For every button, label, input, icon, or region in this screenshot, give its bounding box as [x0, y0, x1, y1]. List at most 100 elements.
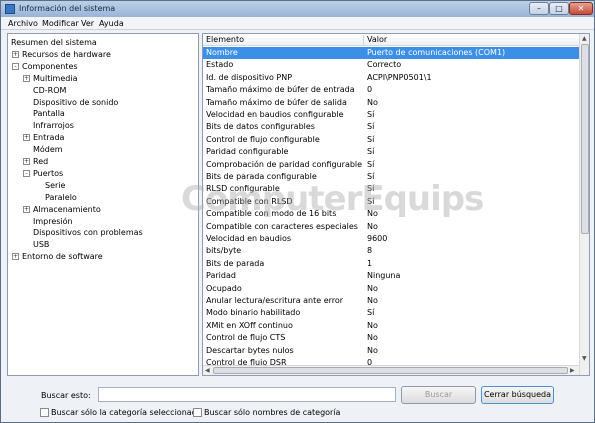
tree-item[interactable]: Componentes	[22, 61, 78, 72]
list-row[interactable]: Tamaño máximo de búfer de salida No	[203, 97, 579, 109]
find-button[interactable]: Buscar	[401, 386, 476, 404]
tree-item[interactable]: Impresión	[33, 216, 73, 227]
row-value: 9600	[367, 234, 388, 243]
list-row[interactable]: Comprobación de paridad configurable Sí	[203, 159, 579, 171]
expand-icon[interactable]: +	[23, 134, 30, 142]
list-row[interactable]: Control de flujo configurable Sí	[203, 134, 579, 146]
row-element: Tamaño máximo de búfer de salida	[206, 97, 347, 107]
row-value: Puerto de comunicaciones (COM1)	[367, 48, 506, 57]
row-value: ACPI\PNP0501\1	[367, 72, 432, 82]
list-row[interactable]: Velocidad en baudios configurable Sí	[203, 109, 579, 121]
list-row[interactable]: Anular lectura/escritura ante error No	[203, 295, 579, 307]
tree-item[interactable]: Recursos de hardware	[22, 49, 111, 60]
horizontal-scroll-thumb[interactable]	[213, 367, 568, 374]
expand-icon[interactable]: +	[23, 158, 30, 165]
tree-item[interactable]: Infrarrojos	[33, 120, 74, 131]
selected-category-checkbox[interactable]	[40, 408, 49, 417]
row-element: Tamaño máximo de búfer de entrada	[206, 85, 355, 95]
row-value: Sí	[367, 308, 375, 318]
scroll-up-icon[interactable]: ▲	[582, 35, 587, 42]
category-tree[interactable]: Resumen del sistema + Recursos de hardware…	[7, 33, 199, 376]
row-element: Descartar bytes nulos	[206, 345, 294, 355]
tree-item[interactable]: Pantalla	[33, 108, 65, 119]
row-value: 1	[367, 258, 373, 268]
row-element: Anular lectura/escritura ante error	[206, 296, 344, 305]
tree-item[interactable]: Red	[33, 156, 48, 167]
row-value: No	[367, 296, 378, 305]
horizontal-scrollbar[interactable]: ◀ ▶	[203, 365, 579, 375]
row-value: 0	[367, 85, 373, 95]
row-value: No	[367, 221, 378, 231]
menu-ayuda[interactable]: Ayuda	[99, 19, 124, 28]
scroll-down-icon[interactable]: ▼	[582, 355, 587, 362]
list-row[interactable]: Nombre Puerto de comunicaciones (COM1)	[203, 47, 579, 60]
list-row[interactable]: Velocidad en baudios 9600	[203, 233, 579, 245]
tree-item[interactable]: Entorno de software	[22, 251, 103, 262]
list-row[interactable]: Paridad Ninguna	[203, 270, 579, 282]
list-row[interactable]: Compatible con caracteres especiales No	[203, 221, 579, 233]
list-row[interactable]: Descartar bytes nulos No	[203, 345, 579, 357]
row-value: No	[367, 97, 378, 107]
column-header-valor[interactable]: Valor	[367, 35, 387, 44]
close-search-button[interactable]: Cerrar búsqueda	[481, 386, 554, 404]
tree-item[interactable]: Módem	[33, 144, 63, 155]
maximize-button[interactable]: □	[549, 2, 569, 15]
row-value: Ninguna	[367, 271, 401, 281]
menu-archivo[interactable]: Archivo	[8, 19, 38, 28]
list-row[interactable]: XMit en XOff continuo No	[203, 320, 579, 332]
expand-icon[interactable]: +	[12, 50, 19, 58]
tree-item[interactable]: USB	[33, 239, 49, 250]
list-row[interactable]: bits/byte 8	[203, 245, 579, 257]
row-element: XMit en XOff continuo	[206, 320, 293, 330]
menu-modificar[interactable]: Modificar	[42, 19, 79, 28]
tree-item[interactable]: CD-ROM	[33, 85, 66, 96]
row-element: Nombre	[206, 48, 238, 57]
column-header-elemento[interactable]: Elemento	[206, 35, 244, 44]
menu-bar: Archivo Modificar Ver Ayuda	[1, 17, 594, 30]
minimize-button[interactable]: –	[529, 2, 549, 15]
row-element: Comprobación de paridad configurable	[206, 159, 363, 169]
list-row[interactable]: Control de flujo CTS No	[203, 332, 579, 344]
column-separator[interactable]	[363, 35, 364, 45]
tree-item[interactable]: Serie	[45, 180, 65, 191]
scroll-right-icon[interactable]: ▶	[570, 367, 575, 374]
vertical-scroll-thumb[interactable]	[581, 44, 589, 234]
list-row[interactable]: Bits de datos configurables Sí	[203, 121, 579, 133]
expand-icon[interactable]: +	[12, 253, 19, 261]
title-bar: Información del sistema – □ ✕	[1, 1, 594, 17]
row-element: Velocidad en baudios	[206, 234, 292, 243]
list-row[interactable]: Tamaño máximo de búfer de entrada 0	[203, 84, 579, 96]
row-element: Ocupado	[206, 283, 242, 293]
tree-item[interactable]: Dispositivos con problemas	[33, 227, 143, 238]
collapse-icon[interactable]: -	[23, 169, 30, 177]
app-icon	[5, 4, 15, 14]
tree-item[interactable]: Almacenamiento	[33, 204, 101, 215]
collapse-icon[interactable]: -	[12, 62, 19, 70]
row-value: Sí	[367, 110, 375, 119]
tree-item[interactable]: Dispositivo de sonido	[33, 97, 118, 108]
list-row[interactable]: Paridad configurable Sí	[203, 146, 579, 158]
expand-icon[interactable]: +	[23, 205, 30, 213]
row-element: Velocidad en baudios configurable	[206, 110, 344, 119]
row-element: Paridad configurable	[206, 147, 289, 157]
list-row[interactable]: Ocupado No	[203, 283, 579, 295]
expand-icon[interactable]: +	[23, 74, 30, 82]
list-row[interactable]: Modo binario habilitado Sí	[203, 307, 579, 319]
scroll-left-icon[interactable]: ◀	[205, 367, 210, 374]
tree-item[interactable]: Entrada	[33, 132, 64, 143]
list-row[interactable]: Bits de parada 1	[203, 258, 579, 270]
list-row[interactable]: Id. de dispositivo PNP ACPI\PNP0501\1	[203, 72, 579, 84]
close-button[interactable]: ✕	[569, 2, 593, 15]
row-value: No	[367, 333, 378, 343]
tree-item[interactable]: Paralelo	[45, 192, 77, 203]
menu-ver[interactable]: Ver	[81, 19, 94, 28]
tree-item[interactable]: Multimedia	[33, 73, 77, 84]
tree-item[interactable]: Puertos	[33, 168, 63, 179]
vertical-scrollbar[interactable]: ▲ ▼	[579, 34, 589, 375]
watermark: ComputerEquips	[181, 179, 484, 219]
category-names-checkbox[interactable]	[193, 408, 202, 417]
tree-item[interactable]: Resumen del sistema	[11, 37, 97, 48]
row-element: Bits de parada	[206, 258, 265, 268]
list-row[interactable]: Estado Correcto	[203, 59, 579, 71]
search-input[interactable]	[98, 387, 396, 402]
